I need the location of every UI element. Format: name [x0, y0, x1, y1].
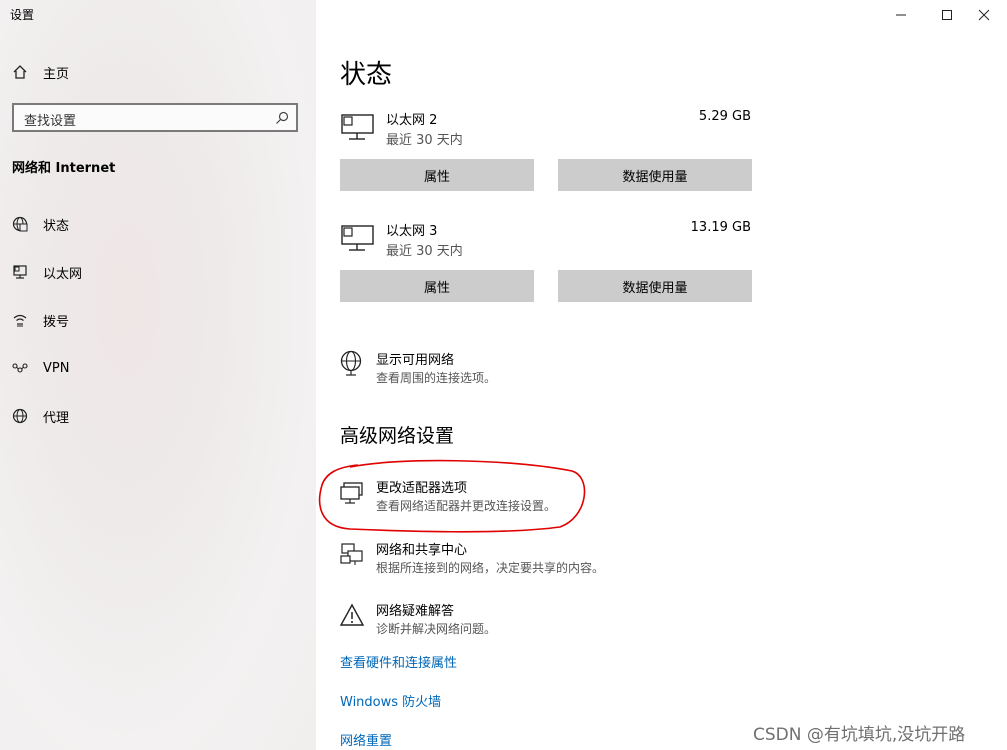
maximize-icon: [941, 6, 953, 25]
minimize-button[interactable]: [878, 0, 924, 30]
network-sharing-center-subtitle: 根据所连接到的网络，决定要共享的内容。: [376, 561, 605, 575]
page-title: 状态: [340, 60, 393, 90]
sidebar-item-status[interactable]: 状态: [0, 204, 316, 244]
network-icon: [340, 112, 376, 148]
globe-status-icon: [11, 215, 29, 233]
network-name: 以太网 3: [386, 224, 438, 239]
minimize-icon: [895, 6, 907, 25]
show-networks-title[interactable]: 显示可用网络: [376, 349, 454, 368]
sidebar: 设置 主页 查找设置 网络和 Internet 状态 以太网 拨号 VPN 代理: [0, 0, 316, 750]
network-sharing-center-link[interactable]: 网络和共享中心: [376, 539, 467, 558]
properties-button[interactable]: 属性: [340, 159, 534, 191]
hardware-properties-link[interactable]: 查看硬件和连接属性: [340, 652, 457, 671]
windows-firewall-link[interactable]: Windows 防火墙: [340, 691, 441, 710]
app-title: 设置: [10, 8, 35, 22]
close-icon: [978, 6, 990, 25]
network-usage: 13.19 GB: [690, 220, 751, 235]
sidebar-item-proxy[interactable]: 代理: [0, 396, 316, 436]
globe-icon: [11, 407, 29, 425]
network-icon: [340, 223, 376, 259]
vpn-icon: [11, 359, 29, 377]
properties-button[interactable]: 属性: [340, 270, 534, 302]
network-name: 以太网 2: [386, 113, 438, 128]
show-networks-subtitle: 查看周围的连接选项。: [376, 371, 497, 385]
sidebar-item-home[interactable]: 主页: [0, 52, 316, 92]
sidebar-item-label: 拨号: [43, 314, 70, 330]
sidebar-item-label: VPN: [43, 360, 70, 376]
globe-icon: [339, 350, 363, 380]
annotation-circle: [318, 459, 586, 533]
search-placeholder: 查找设置: [24, 114, 77, 129]
ethernet-icon: [11, 263, 29, 281]
network-usage: 5.29 GB: [698, 109, 751, 124]
advanced-heading: 高级网络设置: [340, 425, 455, 447]
sidebar-item-dialup[interactable]: 拨号: [0, 300, 316, 340]
search-input[interactable]: 查找设置: [12, 103, 298, 132]
network-troubleshooter-subtitle: 诊断并解决网络问题。: [376, 622, 497, 636]
sidebar-item-vpn[interactable]: VPN: [0, 348, 316, 388]
watermark: CSDN @有坑填坑,没坑开路: [753, 725, 966, 745]
search-icon: [274, 110, 290, 126]
dialup-icon: [11, 311, 29, 329]
sidebar-item-label: 状态: [43, 218, 70, 234]
sidebar-item-label: 以太网: [43, 266, 83, 282]
section-heading: 网络和 Internet: [12, 161, 116, 176]
home-icon: [11, 63, 29, 81]
network-troubleshooter-link[interactable]: 网络疑难解答: [376, 600, 454, 619]
sidebar-item-label: 代理: [43, 410, 70, 426]
data-usage-button[interactable]: 数据使用量: [558, 159, 752, 191]
network-subtitle: 最近 30 天内: [386, 133, 463, 148]
close-button[interactable]: [961, 0, 1007, 30]
warning-icon: [339, 603, 365, 631]
network-reset-link[interactable]: 网络重置: [340, 730, 392, 749]
sharing-center-icon: [340, 542, 364, 572]
sidebar-home-label: 主页: [43, 66, 70, 82]
network-subtitle: 最近 30 天内: [386, 244, 463, 259]
sidebar-item-ethernet[interactable]: 以太网: [0, 252, 316, 292]
data-usage-button[interactable]: 数据使用量: [558, 270, 752, 302]
